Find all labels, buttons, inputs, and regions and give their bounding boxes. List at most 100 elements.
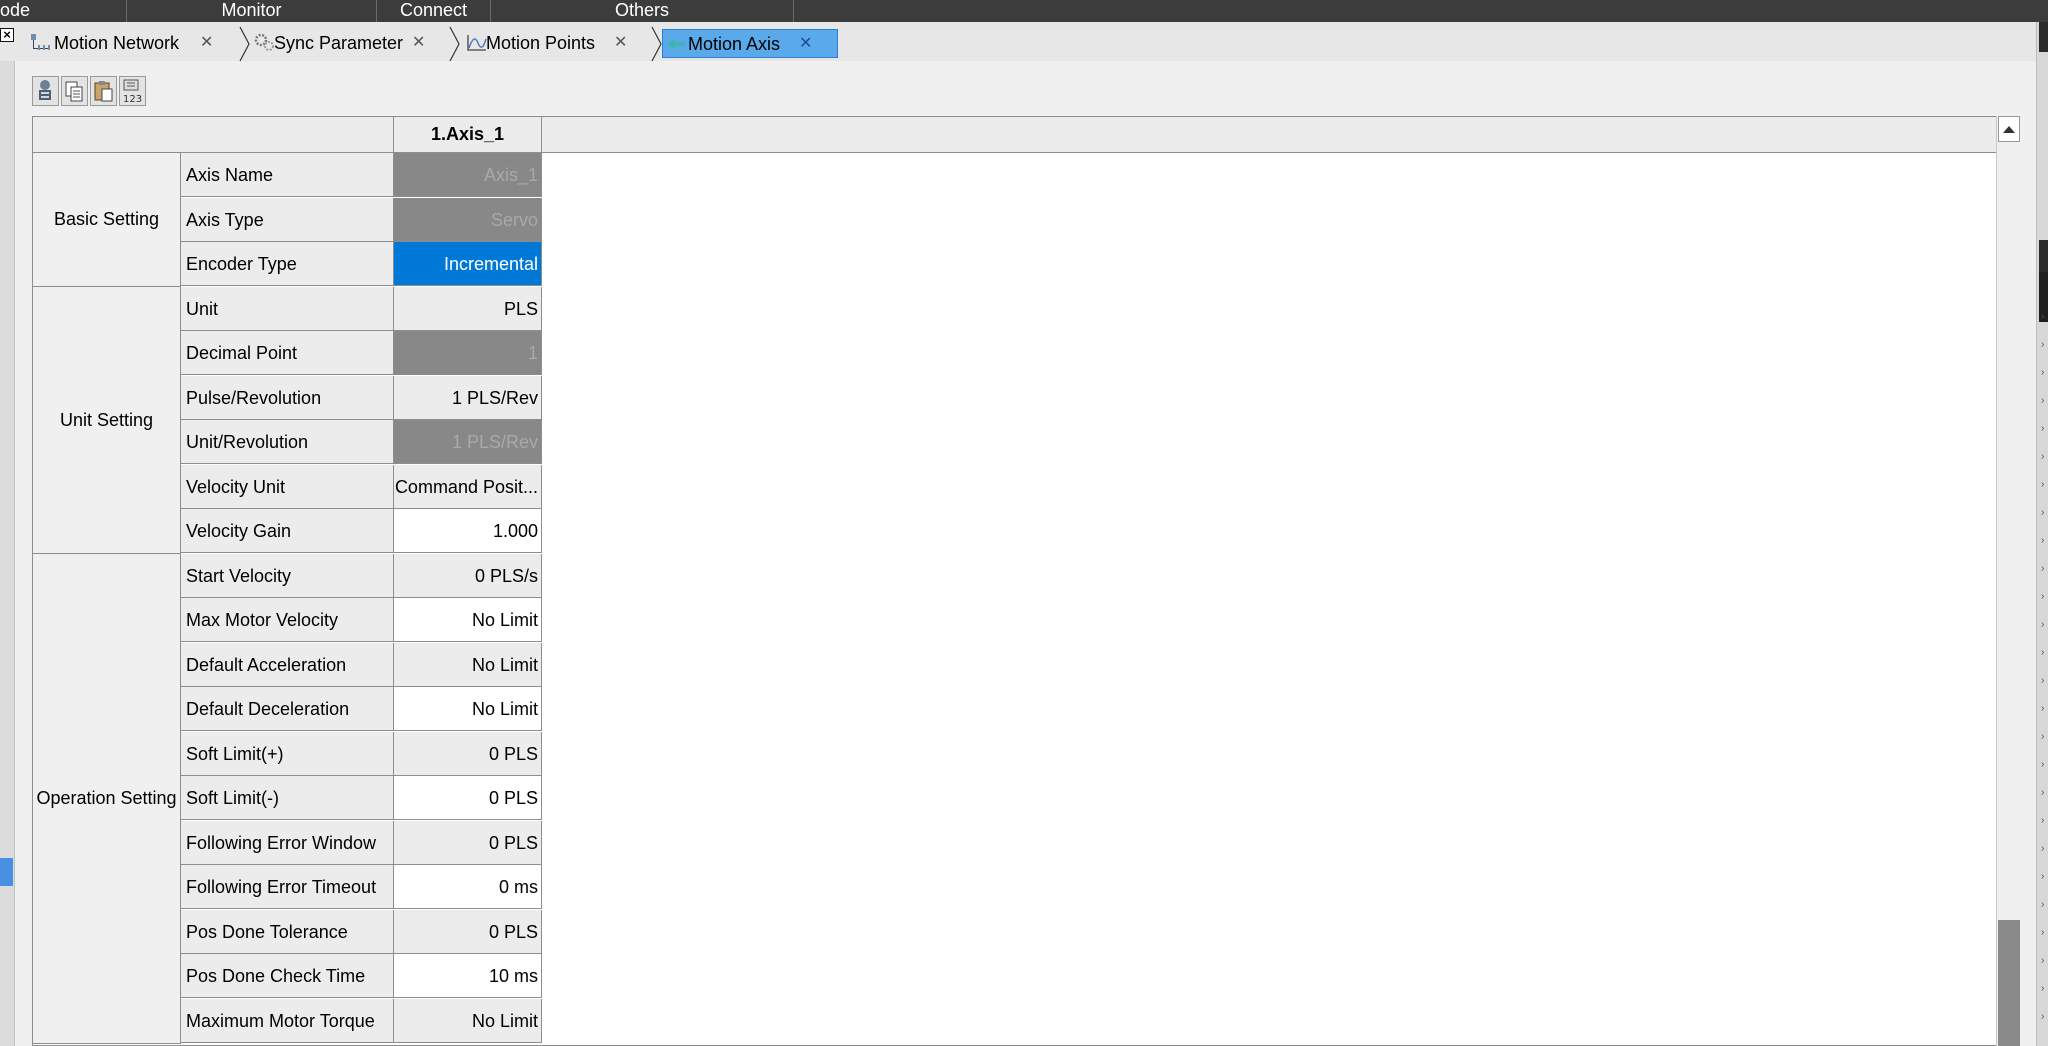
tab-motion-points[interactable]: Motion Points ✕ xyxy=(464,26,662,62)
paste-icon xyxy=(94,81,113,102)
menu-item-mode[interactable]: ode xyxy=(0,0,40,22)
chart-points-icon xyxy=(467,35,487,51)
axis-column-header[interactable]: 1.Axis_1 xyxy=(394,117,542,152)
scrollbar-thumb[interactable] xyxy=(1998,920,2020,1046)
param-value-pos-done-tolerance[interactable]: 0 PLS xyxy=(394,910,542,954)
scroll-up-button[interactable] xyxy=(1998,116,2020,142)
panel-edge-tick-icon: › xyxy=(2041,367,2045,378)
param-value-following-error-window[interactable]: 0 PLS xyxy=(394,821,542,865)
group-unit-setting: Unit Setting xyxy=(33,287,181,554)
param-value-decimal-point: 1 xyxy=(394,331,542,375)
tab-label: Motion Axis xyxy=(688,34,781,54)
param-value-soft-limit[interactable]: 0 PLS xyxy=(394,732,542,776)
close-icon[interactable]: ✕ xyxy=(799,33,812,53)
document-tab-strip: × Motion Network ✕ Sync Parameter ✕ Moti… xyxy=(0,22,2048,62)
param-value-encoder-type[interactable]: Incremental xyxy=(394,242,542,286)
param-label-velocity-unit: Velocity Unit xyxy=(181,465,394,509)
param-label-unit: Unit xyxy=(181,287,394,331)
close-all-icon[interactable]: × xyxy=(0,28,14,42)
param-value-unit[interactable]: PLS xyxy=(394,287,542,331)
network-icon xyxy=(31,34,50,50)
panel-edge-tick-icon: › xyxy=(2041,507,2045,518)
tab-motion-axis[interactable]: Motion Axis ✕ xyxy=(662,29,838,58)
arrow-up-icon xyxy=(2003,126,2015,133)
panel-edge-tick-icon: › xyxy=(2041,423,2045,434)
param-label-axis-name: Axis Name xyxy=(181,153,394,197)
copy-button[interactable] xyxy=(61,76,88,106)
close-icon[interactable]: ✕ xyxy=(614,32,627,52)
panel-edge-tick-icon: › xyxy=(2041,563,2045,574)
monitor-button[interactable] xyxy=(32,76,59,106)
tab-motion-network[interactable]: Motion Network ✕ xyxy=(26,26,250,62)
panel-edge-tick-icon: › xyxy=(2041,731,2045,742)
param-value-pulse-revolution[interactable]: 1 PLS/Rev xyxy=(394,376,542,420)
numbering-123-icon: 123 xyxy=(123,79,142,105)
monitor-icon xyxy=(39,80,51,100)
param-value-maximum-motor-torque[interactable]: No Limit xyxy=(394,999,542,1043)
tab-label: Motion Network xyxy=(54,33,180,53)
param-value-start-velocity[interactable]: 0 PLS/s xyxy=(394,554,542,598)
menu-item-others[interactable]: Others xyxy=(491,0,793,22)
param-label-velocity-gain: Velocity Gain xyxy=(181,509,394,553)
menu-separator xyxy=(793,0,794,22)
gears-icon xyxy=(254,33,274,51)
copy-icon xyxy=(65,81,83,102)
param-value-soft-limit[interactable]: 0 PLS xyxy=(394,776,542,820)
group-operation-setting: Operation Setting xyxy=(33,554,181,1044)
param-label-soft-limit: Soft Limit(-) xyxy=(181,776,394,820)
panel-edge-tick-icon: › xyxy=(2041,703,2045,714)
tab-sync-parameter[interactable]: Sync Parameter ✕ xyxy=(254,26,460,62)
panel-edge-tick-icon: › xyxy=(2041,395,2045,406)
panel-edge-tick-icon: › xyxy=(2041,479,2045,490)
param-label-default-deceleration: Default Deceleration xyxy=(181,687,394,731)
param-label-pos-done-tolerance: Pos Done Tolerance xyxy=(181,910,394,954)
menu-item-connect[interactable]: Connect xyxy=(377,0,490,22)
param-value-unit-revolution: 1 PLS/Rev xyxy=(394,420,542,464)
tab-label: Motion Points xyxy=(486,33,596,53)
paste-button[interactable] xyxy=(90,76,117,106)
param-label-following-error-window: Following Error Window xyxy=(181,821,394,865)
tab-label: Sync Parameter xyxy=(274,33,404,53)
close-icon[interactable]: ✕ xyxy=(200,32,213,52)
motion-axis-icon xyxy=(667,38,685,50)
panel-edge-tick-icon: › xyxy=(2041,955,2045,966)
param-label-start-velocity: Start Velocity xyxy=(181,554,394,598)
param-value-default-deceleration[interactable]: No Limit xyxy=(394,687,542,731)
param-value-max-motor-velocity[interactable]: No Limit xyxy=(394,598,542,642)
param-label-following-error-timeout: Following Error Timeout xyxy=(181,865,394,909)
panel-edge-tick-icon: › xyxy=(2041,647,2045,658)
svg-text:123: 123 xyxy=(123,94,142,105)
close-icon[interactable]: ✕ xyxy=(412,32,425,52)
panel-edge-tick-icon: › xyxy=(2041,927,2045,938)
param-value-velocity-gain[interactable]: 1.000 xyxy=(394,509,542,553)
numbering-button[interactable]: 123 xyxy=(119,76,146,106)
param-label-encoder-type: Encoder Type xyxy=(181,242,394,286)
table-header-row: 1.Axis_1 xyxy=(33,117,1996,153)
panel-edge-tick-icon: › xyxy=(2041,1011,2045,1022)
vertical-scrollbar[interactable] xyxy=(1996,116,2020,1046)
param-label-max-motor-velocity: Max Motor Velocity xyxy=(181,598,394,642)
param-value-following-error-timeout[interactable]: 0 ms xyxy=(394,865,542,909)
param-value-default-acceleration[interactable]: No Limit xyxy=(394,643,542,687)
panel-edge-tick-icon: › xyxy=(2041,759,2045,770)
param-label-unit-revolution: Unit/Revolution xyxy=(181,420,394,464)
panel-edge-tick-icon: › xyxy=(2041,535,2045,546)
left-panel-edge xyxy=(0,61,15,1046)
table-corner-cell xyxy=(33,117,394,152)
param-value-axis-name: Axis_1 xyxy=(394,153,542,197)
panel-edge-tick-icon: › xyxy=(2041,311,2045,322)
right-panel-edge: › › › › › › › › › › › › › › › › › › › › … xyxy=(2036,22,2048,1046)
menu-item-monitor[interactable]: Monitor xyxy=(127,0,376,22)
axis-parameter-table: 1.Axis_1 Basic Setting Axis Name Axis_1 Axi… xyxy=(32,116,1997,1046)
panel-edge-tick-icon: › xyxy=(2041,451,2045,462)
param-label-pos-done-check-time: Pos Done Check Time xyxy=(181,954,394,998)
param-label-maximum-motor-torque: Maximum Motor Torque xyxy=(181,999,394,1043)
param-label-pulse-revolution: Pulse/Revolution xyxy=(181,376,394,420)
menu-bar: ode Monitor Connect Others xyxy=(0,0,2048,22)
param-value-velocity-unit[interactable]: Command Posit... xyxy=(394,465,542,509)
param-value-pos-done-check-time[interactable]: 10 ms xyxy=(394,954,542,998)
panel-edge-block xyxy=(2039,240,2048,276)
panel-edge-tick-icon: › xyxy=(2041,339,2045,350)
param-label-decimal-point: Decimal Point xyxy=(181,331,394,375)
panel-edge-tick-icon: › xyxy=(2041,675,2045,686)
